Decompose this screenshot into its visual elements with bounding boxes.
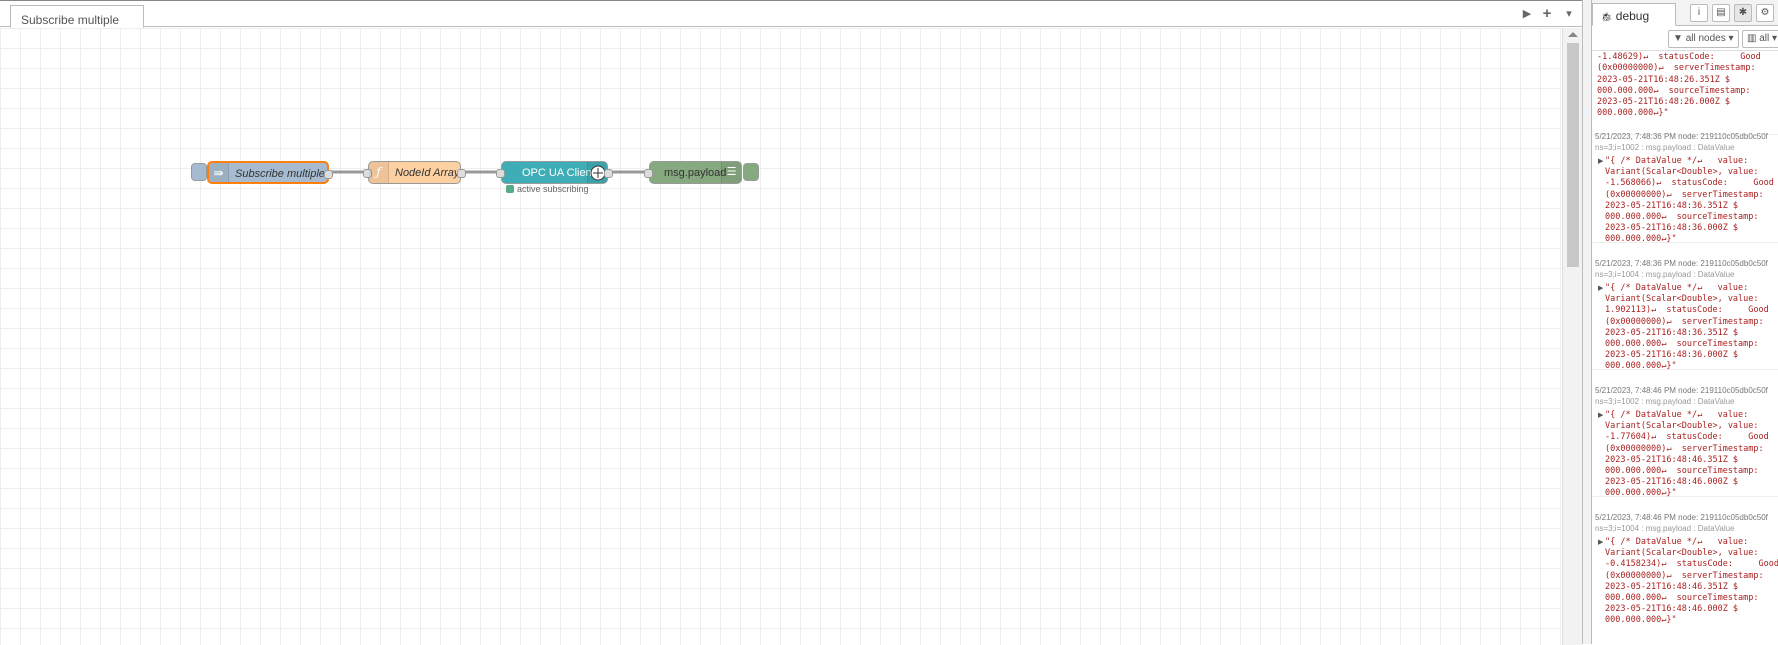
filter-icon: ▼ xyxy=(1673,33,1683,44)
debug-message[interactable]: 5/21/2023, 7:48:46 PM node: 219110c05db0… xyxy=(1592,512,1778,637)
debug-message-topic: ns=3;i=1004 : msg.payload : DataValue xyxy=(1595,270,1735,279)
filter-nodes-button[interactable]: ▼ all nodes ▾ xyxy=(1668,30,1739,48)
debug-message[interactable]: Variant(Scalar<Double>, value: -1.48629)… xyxy=(1592,51,1778,135)
bug-icon: 🐞︎ xyxy=(1601,12,1613,22)
inject-node[interactable]: ⇛ Subscribe multiple xyxy=(207,161,333,184)
tab-debug[interactable]: 🐞︎ debug xyxy=(1592,3,1676,26)
function-output-port[interactable] xyxy=(457,169,466,178)
flow-tab[interactable]: Subscribe multiple xyxy=(10,5,144,28)
opcua-input-port[interactable] xyxy=(496,169,505,178)
debug-message[interactable]: 5/21/2023, 7:48:36 PM node: 219110c05db0… xyxy=(1592,258,1778,373)
debug-message[interactable]: 5/21/2023, 7:48:46 PM node: 219110c05db0… xyxy=(1592,385,1778,500)
opcua-client-node[interactable]: OPC UA Client xyxy=(496,161,613,184)
status-dot-icon xyxy=(506,185,514,193)
wires-layer xyxy=(329,170,650,174)
canvas-scrollbar[interactable] xyxy=(1562,28,1582,645)
debug-node[interactable]: msg.payload ☰ xyxy=(644,161,742,184)
flow-canvas[interactable]: ⇛ Subscribe multiple ƒ NodeId Array OPC … xyxy=(0,28,1562,645)
opcua-output-port[interactable] xyxy=(604,169,613,178)
inject-node-label: Subscribe multiple xyxy=(235,168,325,180)
expand-caret-icon[interactable]: ▶ xyxy=(1598,157,1603,165)
flow-tab-label: Subscribe multiple xyxy=(21,13,120,27)
opcua-node-label: OPC UA Client xyxy=(522,167,595,179)
scroll-tabs-right-icon[interactable]: ▶ xyxy=(1518,5,1536,23)
chevron-down-icon: ▾ xyxy=(1728,33,1734,44)
filter-level-label: all xyxy=(1759,33,1770,44)
debug-toggle-button[interactable] xyxy=(743,163,759,181)
debug-message-list[interactable]: Variant(Scalar<Double>, value: -1.48629)… xyxy=(1592,51,1778,644)
flow-list-menu-icon[interactable]: ▾ xyxy=(1560,5,1578,23)
debug-message-body[interactable]: "{ /* DataValue */↵ value: Variant(Scala… xyxy=(1592,283,1778,373)
function-node[interactable]: ƒ NodeId Array xyxy=(363,161,466,184)
tab-debug-label: debug xyxy=(1615,9,1650,23)
filter-nodes-label: all nodes xyxy=(1685,33,1726,44)
opcua-status-text: active subscribing xyxy=(517,184,589,194)
debug-message-topic: ns=3;i=1004 : msg.payload : DataValue xyxy=(1595,524,1735,533)
debug-message-topic: ns=3;i=1002 : msg.payload : DataValue xyxy=(1595,143,1735,152)
bug-icon[interactable]: ✱ xyxy=(1734,4,1752,22)
function-node-label: NodeId Array xyxy=(395,167,460,179)
debug-message-meta: 5/21/2023, 7:48:46 PM node: 219110c05db0… xyxy=(1595,513,1768,522)
workspace: Subscribe multiple ▶ + ▾ ⇛ Subscribe mul… xyxy=(0,0,1582,645)
sidebar-tab-bar: 🐞︎ debug i ▤ ✱ ⚙ xyxy=(1592,0,1778,26)
arrow-in-icon: ⇛ xyxy=(209,163,229,182)
expand-caret-icon[interactable]: ▶ xyxy=(1598,538,1603,546)
trash-icon: ▥ xyxy=(1747,33,1757,44)
opcua-status: active subscribing xyxy=(506,184,589,194)
debug-node-label: msg.payload xyxy=(664,167,727,179)
debug-message-topic: ns=3;i=1002 : msg.payload : DataValue xyxy=(1595,397,1735,406)
debug-input-port[interactable] xyxy=(644,169,653,178)
book-icon[interactable]: ▤ xyxy=(1712,4,1730,22)
chevron-down-icon: ▾ xyxy=(1772,33,1778,44)
list-icon: ☰ xyxy=(721,162,741,183)
inject-trigger-button[interactable] xyxy=(191,163,207,181)
debug-message-body[interactable]: "{ /* DataValue */↵ value: Variant(Scala… xyxy=(1592,410,1778,500)
sidebar: 🐞︎ debug i ▤ ✱ ⚙ ▼ all nodes ▾ ▥ all ▾ V… xyxy=(1592,0,1778,644)
expand-caret-icon[interactable]: ▶ xyxy=(1598,411,1603,419)
gear-icon[interactable]: ⚙ xyxy=(1756,4,1774,22)
scroll-up-icon[interactable] xyxy=(1568,32,1578,37)
debug-message-body[interactable]: Variant(Scalar<Double>, value: -1.48629)… xyxy=(1592,51,1778,119)
sidebar-splitter[interactable] xyxy=(1582,0,1592,644)
debug-message-meta: 5/21/2023, 7:48:46 PM node: 219110c05db0… xyxy=(1595,386,1768,395)
filter-level-button[interactable]: ▥ all ▾ xyxy=(1742,30,1778,48)
add-flow-button[interactable]: + xyxy=(1538,5,1556,23)
info-icon[interactable]: i xyxy=(1690,4,1708,22)
debug-message-meta: 5/21/2023, 7:48:36 PM node: 219110c05db0… xyxy=(1595,259,1768,268)
function-icon: ƒ xyxy=(369,162,389,183)
debug-message-body[interactable]: "{ /* DataValue */↵ value: Variant(Scala… xyxy=(1592,156,1778,246)
scrollbar-thumb[interactable] xyxy=(1567,43,1579,267)
debug-message-body[interactable]: "{ /* DataValue */↵ value: Variant(Scala… xyxy=(1592,537,1778,627)
debug-message-meta: 5/21/2023, 7:48:36 PM node: 219110c05db0… xyxy=(1595,132,1768,141)
inject-output-port[interactable] xyxy=(324,170,333,179)
expand-caret-icon[interactable]: ▶ xyxy=(1598,284,1603,292)
workspace-tab-bar: Subscribe multiple ▶ + ▾ xyxy=(0,1,1582,28)
debug-message[interactable]: 5/21/2023, 7:48:36 PM node: 219110c05db0… xyxy=(1592,131,1778,246)
debug-filter-bar: ▼ all nodes ▾ ▥ all ▾ xyxy=(1592,27,1778,51)
